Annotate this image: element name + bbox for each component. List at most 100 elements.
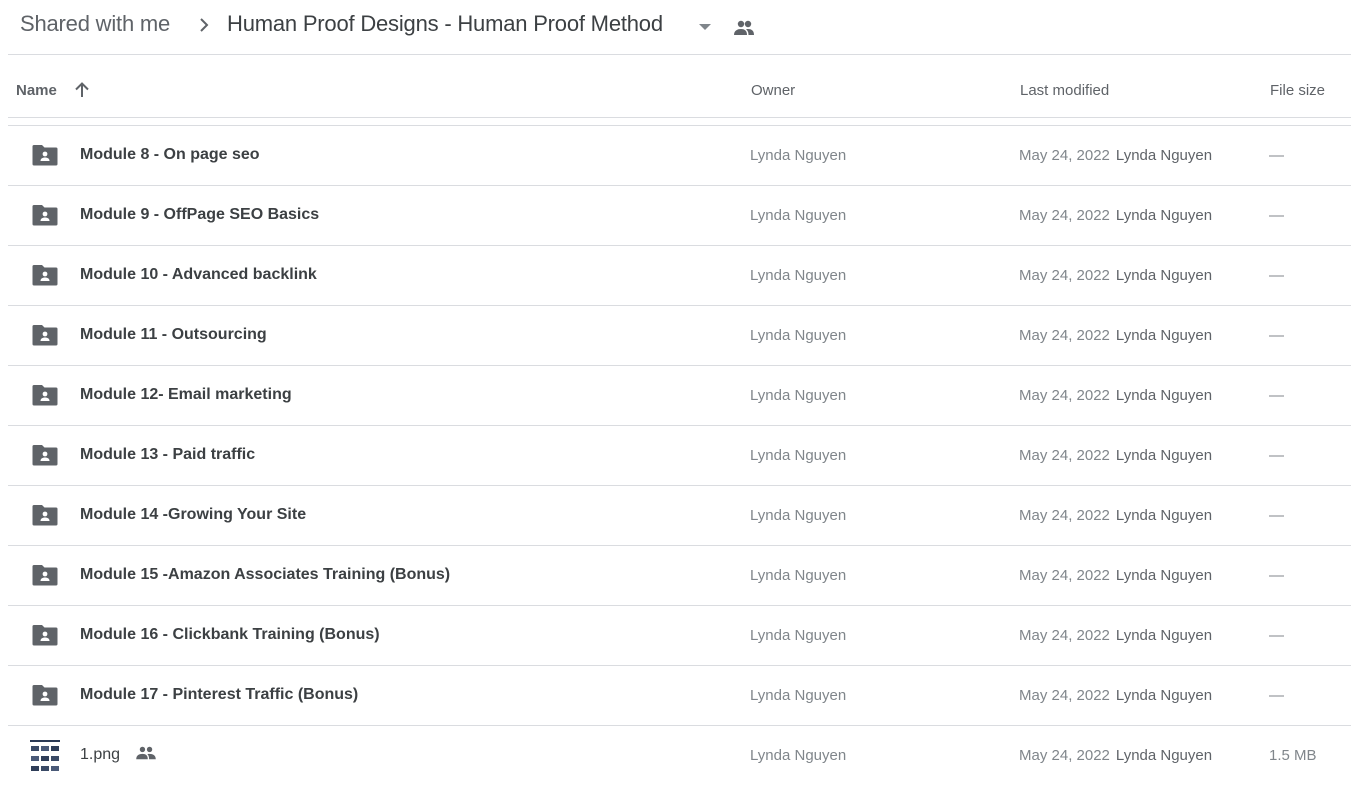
file-owner: Lynda Nguyen — [750, 747, 847, 764]
modified-by: Lynda Nguyen — [1115, 147, 1213, 164]
file-owner: Lynda Nguyen — [750, 447, 847, 464]
list-item[interactable]: Module 8 - On page seo Lynda Nguyen May … — [8, 126, 1351, 186]
file-modified: May 24, 2022 Lynda Nguyen — [1019, 507, 1212, 524]
file-name[interactable]: Module 13 - Paid traffic — [80, 446, 255, 464]
list-item[interactable]: Module 11 - Outsourcing Lynda Nguyen May… — [8, 306, 1351, 366]
file-modified: May 24, 2022 Lynda Nguyen — [1019, 387, 1212, 404]
modified-date: May 24, 2022 — [1019, 447, 1110, 464]
file-modified: May 24, 2022 Lynda Nguyen — [1019, 567, 1212, 584]
file-name[interactable]: Module 14 -Growing Your Site — [80, 506, 306, 524]
arrow-up-icon[interactable] — [72, 80, 92, 100]
file-size: — — [1269, 387, 1284, 404]
breadcrumb-shared-with-me[interactable]: Shared with me — [20, 11, 170, 37]
file-size: — — [1269, 687, 1284, 704]
file-modified: May 24, 2022 Lynda Nguyen — [1019, 447, 1212, 464]
breadcrumb-current-folder[interactable]: Human Proof Designs - Human Proof Method — [227, 11, 663, 37]
file-name[interactable]: Module 10 - Advanced backlink — [80, 266, 317, 284]
list-item[interactable]: Module 9 - OffPage SEO Basics Lynda Nguy… — [8, 186, 1351, 246]
file-name[interactable]: Module 16 - Clickbank Training (Bonus) — [80, 626, 380, 644]
file-modified: May 24, 2022 Lynda Nguyen — [1019, 207, 1212, 224]
file-size: — — [1269, 147, 1284, 164]
modified-date: May 24, 2022 — [1019, 747, 1110, 764]
file-size: 1.5 MB — [1269, 747, 1317, 764]
caret-down-icon[interactable] — [695, 17, 715, 37]
list-item[interactable]: Module 13 - Paid traffic Lynda Nguyen Ma… — [8, 426, 1351, 486]
file-size: — — [1269, 507, 1284, 524]
modified-by: Lynda Nguyen — [1115, 507, 1213, 524]
file-name[interactable]: Module 17 - Pinterest Traffic (Bonus) — [80, 686, 358, 704]
file-size: — — [1269, 207, 1284, 224]
file-owner: Lynda Nguyen — [750, 267, 847, 284]
shared-folder-icon — [32, 565, 58, 586]
file-name[interactable]: Module 12- Email marketing — [80, 386, 292, 404]
list-item[interactable]: 1.png Lynda Nguyen May 24, 2022 Lynda Ngu… — [8, 726, 1351, 786]
people-icon — [734, 20, 754, 35]
modified-date: May 24, 2022 — [1019, 387, 1110, 404]
modified-date: May 24, 2022 — [1019, 507, 1110, 524]
list-item[interactable]: Module 17 - Pinterest Traffic (Bonus) Ly… — [8, 666, 1351, 726]
shared-folder-icon — [32, 625, 58, 646]
file-name[interactable]: Module 11 - Outsourcing — [80, 326, 267, 344]
column-header-file-size[interactable]: File size — [1270, 82, 1325, 99]
file-list: Module 8 - On page seo Lynda Nguyen May … — [8, 125, 1351, 786]
shared-folder-icon — [32, 205, 58, 226]
column-header-owner[interactable]: Owner — [751, 82, 795, 99]
file-owner: Lynda Nguyen — [750, 627, 847, 644]
list-item[interactable]: Module 10 - Advanced backlink Lynda Nguy… — [8, 246, 1351, 306]
file-owner: Lynda Nguyen — [750, 387, 847, 404]
list-item[interactable]: Module 14 -Growing Your Site Lynda Nguye… — [8, 486, 1351, 546]
modified-by: Lynda Nguyen — [1115, 747, 1213, 764]
modified-by: Lynda Nguyen — [1115, 447, 1213, 464]
modified-by: Lynda Nguyen — [1115, 687, 1213, 704]
shared-folder-icon — [32, 325, 58, 346]
shared-folder-icon — [32, 445, 58, 466]
file-size: — — [1269, 447, 1284, 464]
image-thumbnail-icon — [30, 740, 60, 771]
file-owner: Lynda Nguyen — [750, 567, 847, 584]
file-modified: May 24, 2022 Lynda Nguyen — [1019, 747, 1212, 764]
modified-by: Lynda Nguyen — [1115, 267, 1213, 284]
modified-date: May 24, 2022 — [1019, 207, 1110, 224]
shared-folder-icon — [32, 685, 58, 706]
file-modified: May 24, 2022 Lynda Nguyen — [1019, 267, 1212, 284]
column-header-row: Name Owner Last modified File size — [8, 56, 1351, 118]
list-item[interactable]: Module 15 -Amazon Associates Training (B… — [8, 546, 1351, 606]
modified-by: Lynda Nguyen — [1115, 627, 1213, 644]
file-owner: Lynda Nguyen — [750, 327, 847, 344]
list-item[interactable]: Module 12- Email marketing Lynda Nguyen … — [8, 366, 1351, 426]
modified-by: Lynda Nguyen — [1115, 567, 1213, 584]
chevron-right-icon — [200, 18, 209, 32]
modified-date: May 24, 2022 — [1019, 567, 1110, 584]
file-modified: May 24, 2022 Lynda Nguyen — [1019, 147, 1212, 164]
file-modified: May 24, 2022 Lynda Nguyen — [1019, 627, 1212, 644]
file-owner: Lynda Nguyen — [750, 507, 847, 524]
modified-date: May 24, 2022 — [1019, 627, 1110, 644]
file-name-container: 1.png — [80, 746, 157, 764]
breadcrumb: Shared with me Human Proof Designs - Hum… — [8, 0, 1351, 55]
shared-folder-icon — [32, 505, 58, 526]
file-owner: Lynda Nguyen — [750, 687, 847, 704]
file-size: — — [1269, 267, 1284, 284]
modified-date: May 24, 2022 — [1019, 687, 1110, 704]
shared-folder-icon — [32, 385, 58, 406]
column-header-name[interactable]: Name — [16, 82, 57, 99]
file-name[interactable]: Module 15 -Amazon Associates Training (B… — [80, 566, 450, 584]
file-name[interactable]: Module 8 - On page seo — [80, 146, 260, 164]
modified-date: May 24, 2022 — [1019, 267, 1110, 284]
modified-date: May 24, 2022 — [1019, 147, 1110, 164]
list-item[interactable]: Module 16 - Clickbank Training (Bonus) L… — [8, 606, 1351, 666]
file-name[interactable]: 1.png — [80, 746, 120, 763]
modified-date: May 24, 2022 — [1019, 327, 1110, 344]
file-name[interactable]: Module 9 - OffPage SEO Basics — [80, 206, 319, 224]
modified-by: Lynda Nguyen — [1115, 387, 1213, 404]
modified-by: Lynda Nguyen — [1115, 327, 1213, 344]
column-header-last-modified[interactable]: Last modified — [1020, 82, 1109, 99]
file-modified: May 24, 2022 Lynda Nguyen — [1019, 687, 1212, 704]
file-size: — — [1269, 327, 1284, 344]
file-size: — — [1269, 627, 1284, 644]
modified-by: Lynda Nguyen — [1115, 207, 1213, 224]
shared-folder-icon — [32, 265, 58, 286]
file-size: — — [1269, 567, 1284, 584]
file-owner: Lynda Nguyen — [750, 207, 847, 224]
file-modified: May 24, 2022 Lynda Nguyen — [1019, 327, 1212, 344]
